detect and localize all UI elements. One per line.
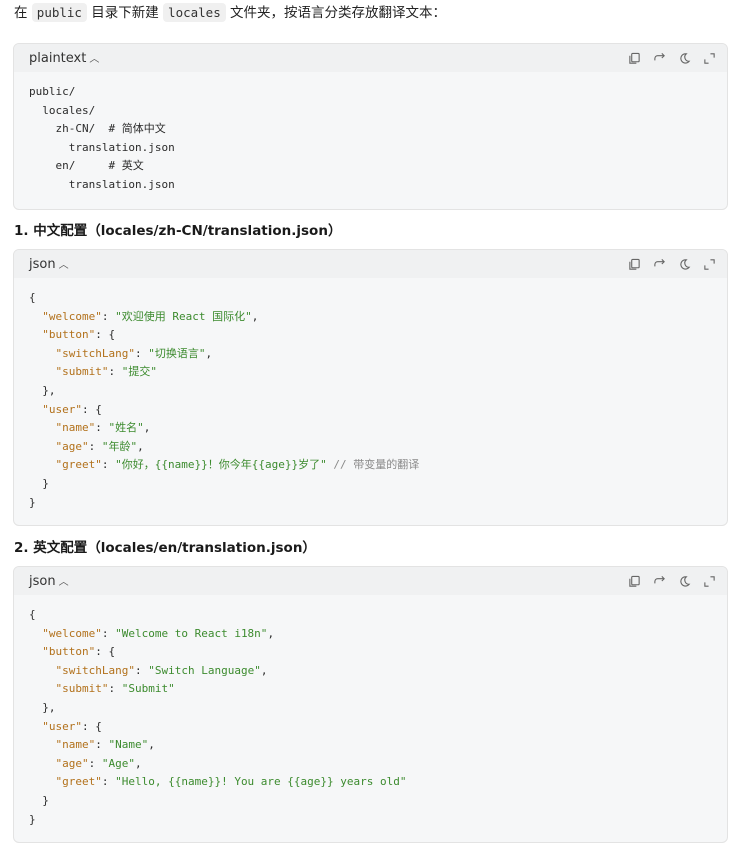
json-string: "你好，{{name}}！你今年{{age}}岁了" <box>115 458 327 472</box>
json-key: "submit" <box>55 682 109 696</box>
json-string: "提交" <box>121 365 157 379</box>
json-string: "姓名" <box>108 421 144 435</box>
theme-icon[interactable] <box>677 574 692 589</box>
intro-mid: 目录下新建 <box>91 5 159 21</box>
theme-icon[interactable] <box>677 51 692 66</box>
section-heading-en: 2. 英文配置（locales/en/translation.json） <box>14 540 316 556</box>
code-toolbar <box>627 51 717 66</box>
intro-post: 文件夹，按语言分类存放翻译文本： <box>230 5 447 21</box>
wrap-icon[interactable] <box>652 51 667 66</box>
code-line: public/ <box>29 85 76 98</box>
language-toggle[interactable]: json ︿ <box>29 256 69 272</box>
json-string: "切换语言" <box>148 346 206 360</box>
code-toolbar <box>627 257 717 272</box>
code-line: translation.json <box>29 177 175 191</box>
expand-icon[interactable] <box>702 257 717 272</box>
intro-pre: 在 <box>14 5 28 21</box>
json-key: "submit" <box>55 365 109 379</box>
copy-icon[interactable] <box>627 574 642 589</box>
code-block-header: json ︿ <box>14 567 727 595</box>
chevron-up-icon: ︿ <box>89 54 100 65</box>
json-key: "welcome" <box>42 626 102 640</box>
code-line: translation.json <box>29 140 175 154</box>
language-toggle[interactable]: plaintext ︿ <box>29 50 99 66</box>
expand-icon[interactable] <box>702 51 717 66</box>
code-line: locales/ <box>29 103 96 117</box>
intro-text: 在 public 目录下新建 locales 文件夹，按语言分类存放翻译文本： <box>14 3 446 23</box>
inline-code-locales: locales <box>163 3 226 22</box>
copy-icon[interactable] <box>627 257 642 272</box>
language-label: plaintext <box>29 51 87 66</box>
json-key: "user" <box>42 402 82 416</box>
copy-icon[interactable] <box>627 51 642 66</box>
code-toolbar <box>627 574 717 589</box>
wrap-icon[interactable] <box>652 257 667 272</box>
code-block-header: json ︿ <box>14 250 727 278</box>
code-line: zh-CN/ # 简体中文 <box>29 122 166 136</box>
json-string: "Welcome to React i18n" <box>115 626 268 640</box>
code-block-header: plaintext ︿ <box>14 44 727 72</box>
json-string: "Hello, {{name}}! You are {{age}} years … <box>115 775 407 789</box>
expand-icon[interactable] <box>702 574 717 589</box>
language-toggle[interactable]: json ︿ <box>29 573 69 589</box>
section-heading-zh: 1. 中文配置（locales/zh-CN/translation.json） <box>14 223 342 239</box>
json-key: "name" <box>55 738 96 752</box>
json-string: "Name" <box>108 738 149 752</box>
code-comment: // 带变量的翻译 <box>333 458 420 472</box>
json-key: "button" <box>42 328 96 342</box>
theme-icon[interactable] <box>677 257 692 272</box>
json-key: "age" <box>55 756 89 770</box>
json-string: "年龄" <box>101 439 138 453</box>
json-key: "welcome" <box>42 309 102 323</box>
json-key: "switchLang" <box>55 663 135 677</box>
json-key: "switchLang" <box>55 346 135 360</box>
code-content: { "welcome": "Welcome to React i18n", "b… <box>29 608 407 826</box>
json-string: "欢迎使用 React 国际化" <box>115 309 252 323</box>
chevron-up-icon: ︿ <box>58 577 69 588</box>
code-block-plaintext: plaintext ︿ public/ locales/ zh-CN/ # 简体中… <box>13 43 728 210</box>
code-block-json-en: json ︿ { "welcome": "Welcome to React i18… <box>13 566 728 843</box>
code-block-json-zh: json ︿ { "welcome": "欢迎使用 React 国际化", "bu… <box>13 249 728 526</box>
json-key: "greet" <box>55 775 102 789</box>
inline-code-public: public <box>31 3 87 22</box>
json-string: "Age" <box>101 756 135 770</box>
json-key: "button" <box>42 645 96 659</box>
json-key: "user" <box>42 719 82 733</box>
json-string: "Submit" <box>121 682 175 696</box>
json-key: "age" <box>55 439 89 453</box>
code-content: { "welcome": "欢迎使用 React 国际化", "button":… <box>29 291 420 509</box>
code-line: en/ # 英文 <box>29 159 144 173</box>
language-label: json <box>29 257 56 272</box>
wrap-icon[interactable] <box>652 574 667 589</box>
json-string: "Switch Language" <box>148 663 261 677</box>
json-key: "greet" <box>55 458 102 472</box>
chevron-up-icon: ︿ <box>58 260 69 271</box>
code-content: public/ locales/ zh-CN/ # 简体中文 translati… <box>14 72 727 205</box>
json-key: "name" <box>55 421 96 435</box>
language-label: json <box>29 574 56 589</box>
